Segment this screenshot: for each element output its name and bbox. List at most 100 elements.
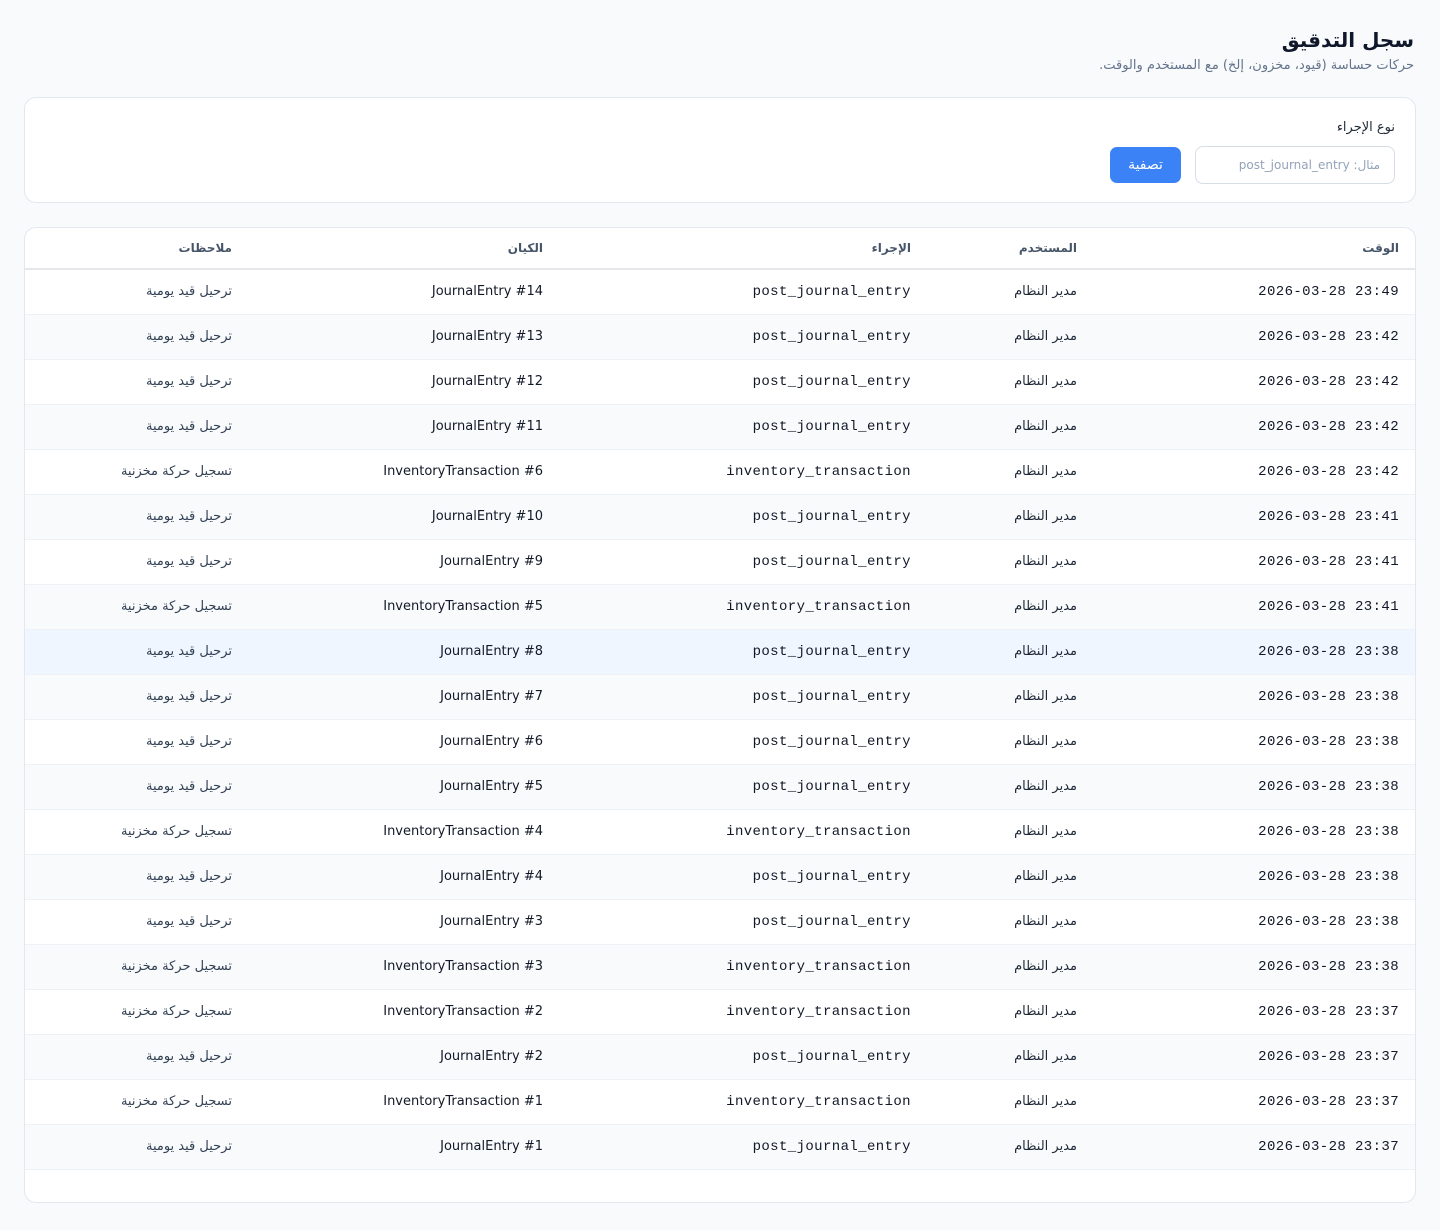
user-cell: مدير النظام xyxy=(1014,1139,1077,1154)
table-row[interactable]: 2026-03-28 23:38 مدير النظام post_journal_… xyxy=(25,764,1415,809)
time-cell: 2026-03-28 23:38 xyxy=(1093,674,1415,719)
action-type-input[interactable] xyxy=(1195,146,1395,184)
time-value: 2026-03-28 23:37 xyxy=(1258,1003,1399,1020)
entity-cell: InventoryTransaction #6 xyxy=(383,464,543,479)
table-row[interactable]: 2026-03-28 23:42 مدير النظام inventory_tra… xyxy=(25,449,1415,494)
action-cell: post_journal_entry xyxy=(752,643,911,660)
table-row[interactable]: 2026-03-28 23:37 مدير النظام inventory_tra… xyxy=(25,989,1415,1034)
entity-cell: JournalEntry #14 xyxy=(431,284,543,300)
time-cell: 2026-03-28 23:37 xyxy=(1093,1124,1415,1169)
notes-cell: تسجيل حركة مخزنية xyxy=(120,1094,232,1109)
table-row[interactable]: 2026-03-28 23:41 مدير النظام post_journal_… xyxy=(25,539,1415,584)
time-value: 2026-03-28 23:38 xyxy=(1258,868,1399,885)
entity-cell: JournalEntry #3 xyxy=(440,914,543,929)
time-value: 2026-03-28 23:41 xyxy=(1258,598,1399,615)
table-row[interactable]: 2026-03-28 23:42 مدير النظام post_journal_… xyxy=(25,404,1415,449)
entity-cell: JournalEntry #7 xyxy=(440,689,543,704)
entity-cell: InventoryTransaction #1 xyxy=(383,1094,543,1109)
table-row[interactable]: 2026-03-28 23:38 مدير النظام post_journal_… xyxy=(25,719,1415,764)
time-value: 2026-03-28 23:38 xyxy=(1258,913,1399,930)
notes-cell: ترحيل قيد يومية xyxy=(145,554,232,569)
time-cell: 2026-03-28 23:41 xyxy=(1093,584,1415,629)
user-cell: مدير النظام xyxy=(1014,1049,1077,1064)
user-cell: مدير النظام xyxy=(1014,959,1077,974)
action-cell: inventory_transaction xyxy=(726,463,911,480)
time-cell: 2026-03-28 23:41 xyxy=(1093,494,1415,539)
action-cell: inventory_transaction xyxy=(726,598,911,615)
table-row[interactable]: 2026-03-28 23:49 مدير النظام post_journal_… xyxy=(25,269,1415,314)
entity-cell: JournalEntry #1 xyxy=(440,1139,543,1154)
time-cell: 2026-03-28 23:42 xyxy=(1093,314,1415,359)
table-row[interactable]: 2026-03-28 23:37 مدير النظام inventory_tra… xyxy=(25,1079,1415,1124)
table-row[interactable]: 2026-03-28 23:41 مدير النظام inventory_tra… xyxy=(25,584,1415,629)
time-cell: 2026-03-28 23:42 xyxy=(1093,404,1415,449)
column-header-time[interactable]: الوقت xyxy=(1093,228,1415,269)
notes-cell: ترحيل قيد يومية xyxy=(145,779,232,794)
time-cell: 2026-03-28 23:41 xyxy=(1093,539,1415,584)
table-row[interactable]: 2026-03-28 23:37 مدير النظام post_journal_… xyxy=(25,1034,1415,1079)
column-header-entity[interactable]: الكيان xyxy=(248,228,559,269)
time-cell: 2026-03-28 23:37 xyxy=(1093,1079,1415,1124)
column-header-action[interactable]: الإجراء xyxy=(559,228,927,269)
user-cell: مدير النظام xyxy=(1014,554,1077,569)
table-row[interactable]: 2026-03-28 23:42 مدير النظام post_journal_… xyxy=(25,314,1415,359)
page-title: سجل التدقيق xyxy=(1281,28,1414,52)
time-cell: 2026-03-28 23:38 xyxy=(1093,719,1415,764)
table-row[interactable]: 2026-03-28 23:38 مدير النظام post_journal_… xyxy=(25,674,1415,719)
user-cell: مدير النظام xyxy=(1014,734,1077,749)
time-cell: 2026-03-28 23:38 xyxy=(1093,944,1415,989)
action-cell: post_journal_entry xyxy=(752,553,911,570)
table-row[interactable]: 2026-03-28 23:41 مدير النظام post_journal_… xyxy=(25,494,1415,539)
time-value: 2026-03-28 23:38 xyxy=(1258,823,1399,840)
user-cell: مدير النظام xyxy=(1014,869,1077,884)
action-cell: post_journal_entry xyxy=(752,328,911,345)
time-cell: 2026-03-28 23:37 xyxy=(1093,1034,1415,1079)
table-row[interactable]: 2026-03-28 23:38 مدير النظام post_journal_… xyxy=(25,629,1415,674)
notes-cell: ترحيل قيد يومية xyxy=(145,374,232,389)
user-cell: مدير النظام xyxy=(1014,464,1077,479)
time-value: 2026-03-28 23:38 xyxy=(1258,778,1399,795)
column-header-notes[interactable]: ملاحظات xyxy=(25,228,248,269)
filter-row: تصفية xyxy=(45,146,1395,184)
entity-cell: InventoryTransaction #3 xyxy=(383,959,543,974)
time-cell: 2026-03-28 23:42 xyxy=(1093,449,1415,494)
time-cell: 2026-03-28 23:38 xyxy=(1093,764,1415,809)
action-cell: post_journal_entry xyxy=(752,508,911,525)
table-row[interactable]: 2026-03-28 23:42 مدير النظام post_journal_… xyxy=(25,359,1415,404)
audit-log-page: سجل التدقيق حركات حساسة (قيود، مخزون، إل… xyxy=(0,0,1440,1203)
time-value: 2026-03-28 23:38 xyxy=(1258,643,1399,660)
action-cell: inventory_transaction xyxy=(726,958,911,975)
notes-cell: ترحيل قيد يومية xyxy=(145,284,232,300)
notes-cell: ترحيل قيد يومية xyxy=(145,689,232,704)
table-row[interactable]: 2026-03-28 23:38 مدير النظام post_journal_… xyxy=(25,899,1415,944)
time-value: 2026-03-28 23:37 xyxy=(1258,1138,1399,1155)
table-body: 2026-03-28 23:49 مدير النظام post_journal_… xyxy=(25,269,1415,1169)
action-cell: inventory_transaction xyxy=(726,1003,911,1020)
action-cell: inventory_transaction xyxy=(726,1093,911,1110)
entity-cell: InventoryTransaction #5 xyxy=(383,599,543,614)
table-header-row: الوقت المستخدم الإجراء الكيان ملاحظات xyxy=(25,228,1415,269)
filter-button[interactable]: تصفية xyxy=(1110,147,1181,183)
time-value: 2026-03-28 23:42 xyxy=(1258,418,1399,435)
entity-cell: JournalEntry #9 xyxy=(440,554,543,569)
time-value: 2026-03-28 23:42 xyxy=(1258,328,1399,345)
time-value: 2026-03-28 23:42 xyxy=(1258,463,1399,480)
table-row[interactable]: 2026-03-28 23:38 مدير النظام post_journal_… xyxy=(25,854,1415,899)
notes-cell: ترحيل قيد يومية xyxy=(145,869,232,884)
entity-cell: JournalEntry #10 xyxy=(431,509,543,524)
column-header-user[interactable]: المستخدم xyxy=(927,228,1093,269)
notes-cell: ترحيل قيد يومية xyxy=(145,914,232,929)
notes-cell: تسجيل حركة مخزنية xyxy=(120,824,232,839)
user-cell: مدير النظام xyxy=(1014,1094,1077,1109)
table-row[interactable]: 2026-03-28 23:37 مدير النظام post_journal_… xyxy=(25,1124,1415,1169)
entity-cell: InventoryTransaction #4 xyxy=(383,824,543,839)
table-row[interactable]: 2026-03-28 23:38 مدير النظام inventory_tra… xyxy=(25,944,1415,989)
user-cell: مدير النظام xyxy=(1014,779,1077,794)
time-value: 2026-03-28 23:41 xyxy=(1258,508,1399,525)
table-row[interactable]: 2026-03-28 23:38 مدير النظام inventory_tra… xyxy=(25,809,1415,854)
user-cell: مدير النظام xyxy=(1014,689,1077,704)
time-value: 2026-03-28 23:38 xyxy=(1258,688,1399,705)
time-cell: 2026-03-28 23:37 xyxy=(1093,989,1415,1034)
notes-cell: ترحيل قيد يومية xyxy=(145,1049,232,1064)
notes-cell: تسجيل حركة مخزنية xyxy=(120,464,232,479)
